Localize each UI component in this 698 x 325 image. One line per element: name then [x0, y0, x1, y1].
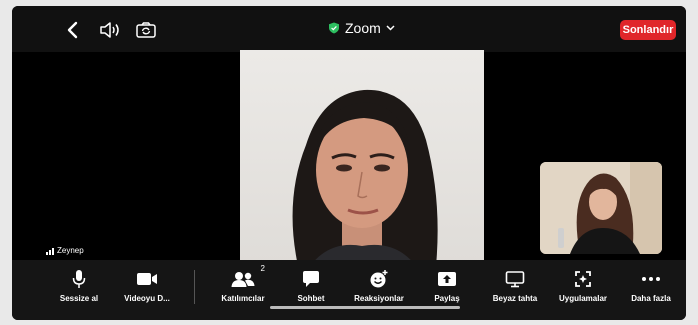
- zoom-meeting-screen: Zoom Sonlandır Zeynep Sessize al Videoyu…: [12, 6, 686, 320]
- chevron-down-icon: [386, 25, 395, 31]
- meeting-title[interactable]: Zoom: [328, 20, 395, 36]
- chat-label: Sohbet: [297, 294, 325, 303]
- stop-video-label: Videoyu D...: [124, 294, 170, 303]
- more-button[interactable]: Daha fazla: [616, 268, 686, 303]
- toolbar-divider: [194, 270, 195, 304]
- secure-shield-icon: [329, 22, 339, 34]
- share-label: Paylaş: [434, 294, 460, 303]
- back-icon[interactable]: [60, 18, 84, 42]
- video-camera-icon: [136, 268, 158, 290]
- apps-icon: [574, 268, 592, 290]
- apps-label: Uygulamalar: [558, 294, 608, 303]
- switch-camera-icon[interactable]: [134, 18, 158, 42]
- end-meeting-button[interactable]: Sonlandır: [620, 20, 676, 40]
- more-icon: [641, 268, 661, 290]
- main-video-feed[interactable]: [240, 50, 484, 266]
- participants-icon: 2: [231, 264, 265, 290]
- signal-icon: [46, 247, 54, 255]
- participants-count-badge: 2: [260, 264, 265, 273]
- reactions-label: Reaksiyonlar: [354, 294, 404, 303]
- app-title: Zoom: [345, 20, 381, 36]
- share-button[interactable]: Paylaş: [412, 268, 482, 303]
- apps-button[interactable]: Uygulamalar: [548, 268, 618, 303]
- participants-button[interactable]: 2 Katılımcılar: [208, 264, 278, 303]
- self-view-image: [540, 162, 662, 254]
- mute-label: Sessize al: [59, 294, 99, 303]
- home-indicator[interactable]: [270, 306, 460, 309]
- meeting-toolbar: Sessize al Videoyu D... 2 Katılımcılar S…: [12, 260, 686, 320]
- participant-name-tag: Zeynep: [46, 246, 84, 255]
- share-icon: [437, 268, 457, 290]
- reactions-icon: [369, 268, 389, 290]
- whiteboard-icon: [505, 268, 525, 290]
- reactions-button[interactable]: Reaksiyonlar: [344, 268, 414, 303]
- whiteboard-button[interactable]: Beyaz tahta: [480, 268, 550, 303]
- whiteboard-label: Beyaz tahta: [492, 294, 538, 303]
- microphone-icon: [71, 268, 87, 290]
- more-label: Daha fazla: [631, 294, 671, 303]
- speaker-icon[interactable]: [98, 18, 122, 42]
- stop-video-button[interactable]: Videoyu D...: [112, 268, 182, 303]
- speaker-video-image: [292, 89, 438, 266]
- chat-icon: [302, 268, 320, 290]
- mute-button[interactable]: Sessize al: [44, 268, 114, 303]
- participants-label: Katılımcılar: [221, 294, 265, 303]
- top-bar: Zoom Sonlandır: [12, 6, 686, 52]
- participant-name: Zeynep: [57, 246, 84, 255]
- self-view-video[interactable]: [540, 162, 662, 254]
- chat-button[interactable]: Sohbet: [276, 268, 346, 303]
